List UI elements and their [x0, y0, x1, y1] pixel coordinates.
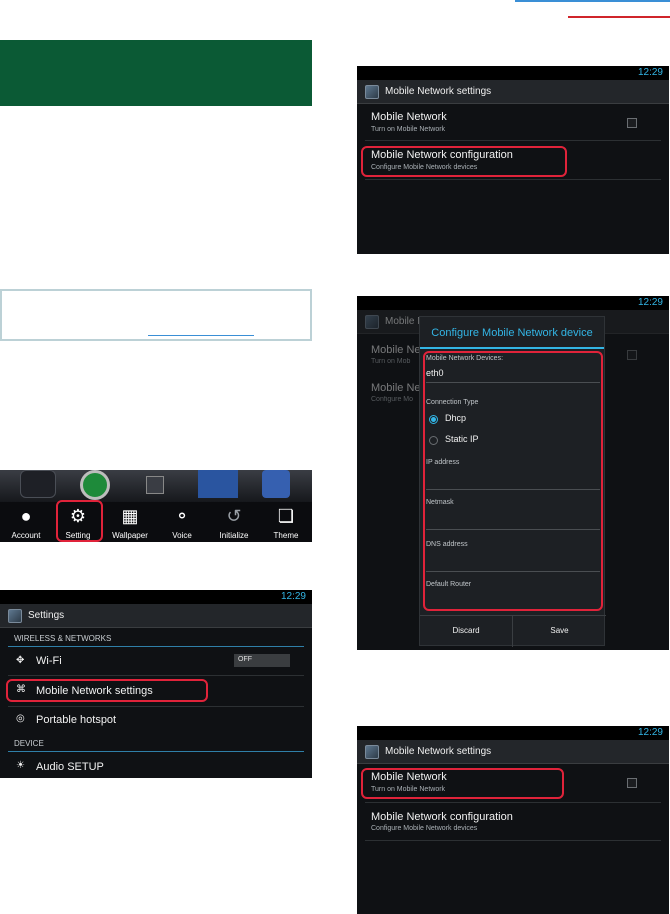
microphone-icon: ⚬: [174, 506, 190, 526]
wifi-label[interactable]: Wi-Fi: [36, 655, 62, 667]
status-bar: 12:29: [0, 590, 312, 604]
discard-button[interactable]: Discard: [420, 615, 513, 647]
save-button[interactable]: Save: [513, 615, 606, 647]
category-wireless: WIRELESS & NETWORKS: [14, 634, 112, 643]
settings-app-icon: [365, 85, 379, 99]
app-maps-icon: [198, 470, 238, 498]
launcher-app-row: [0, 470, 312, 502]
top-link-underline[interactable]: [515, 0, 670, 2]
hotspot-icon: ◎: [16, 713, 25, 724]
hd-radio-icon: [20, 470, 56, 498]
divider: [365, 140, 661, 141]
wallpaper-icon: ▦: [121, 506, 139, 526]
wifi-toggle[interactable]: OFF: [234, 654, 290, 667]
mobile-network-highlight: [361, 768, 564, 799]
divider: [8, 646, 304, 647]
settings-app-icon: [365, 745, 379, 759]
mobile-network-screenshot-1: 12:29 Mobile Network settings Mobile Net…: [357, 66, 669, 254]
section-header-band: [0, 40, 312, 106]
status-bar: 12:29: [357, 726, 669, 740]
dialog-title-rule: [420, 347, 604, 349]
reset-icon: ↺: [226, 506, 242, 526]
mobile-network-screenshot-2: 12:29 Mobile Network settings Mobile Net…: [357, 726, 669, 914]
divider: [365, 802, 661, 803]
top-link-underline-red[interactable]: [568, 16, 670, 18]
configure-dialog-screenshot: 12:29 Mobile Ne Mobile Netw Turn on Mob …: [357, 296, 669, 650]
clock: 12:29: [637, 297, 663, 308]
status-bar: 12:29: [357, 66, 669, 80]
theme-button[interactable]: ❏ Theme: [260, 502, 312, 542]
note-link[interactable]: [148, 335, 254, 336]
mobile-network-item[interactable]: Mobile Network: [371, 111, 447, 123]
account-button[interactable]: ● Account: [0, 502, 52, 542]
divider: [8, 675, 304, 676]
divider: [8, 706, 304, 707]
bg-config-item: Mobile Ne: [371, 382, 421, 394]
settings-app-icon: [365, 315, 379, 329]
divider: [365, 179, 661, 180]
voice-button[interactable]: ⚬ Voice: [156, 502, 208, 542]
wifi-icon: ✥: [16, 655, 25, 666]
theme-icon: ❏: [277, 506, 295, 526]
mobile-network-config-item[interactable]: Mobile Network configuration: [371, 811, 513, 823]
status-bar: 12:29: [357, 296, 669, 310]
clock: 12:29: [280, 591, 306, 602]
app-circle-icon: [80, 470, 110, 500]
mobile-network-checkbox[interactable]: [627, 118, 637, 128]
clock: 12:29: [637, 727, 663, 738]
mobile-network-subtitle: Turn on Mobile Network: [371, 126, 446, 133]
settings-screenshot: 12:29 Settings WIRELESS & NETWORKS ✥ Wi-…: [0, 590, 312, 778]
initialize-button[interactable]: ↺ Initialize: [208, 502, 260, 542]
bg-config-subtitle: Configure Mo: [371, 396, 414, 403]
settings-app-icon: [8, 609, 22, 623]
clock: 12:29: [637, 67, 663, 78]
audio-icon: ☀: [16, 760, 25, 771]
dialog-title: Configure Mobile Network device: [431, 327, 593, 339]
bg-checkbox: [627, 350, 637, 360]
category-device: DEVICE: [14, 739, 44, 748]
bg-mobile-network-subtitle: Turn on Mob: [371, 358, 411, 365]
mobile-network-settings-highlight: [6, 679, 208, 702]
action-bar: Settings: [0, 604, 312, 628]
mobile-network-config-subtitle: Configure Mobile Network devices: [371, 825, 478, 832]
wallpaper-button[interactable]: ▦ Wallpaper: [104, 502, 156, 542]
mobile-network-checkbox[interactable]: [627, 778, 637, 788]
setting-highlight: [56, 500, 103, 542]
launcher-screenshot: ● Account ⚙ Setting ▦ Wallpaper ⚬ Voice …: [0, 470, 312, 542]
note-box: [0, 289, 312, 341]
app-grid-icon[interactable]: [146, 476, 164, 494]
divider: [8, 751, 304, 752]
mobile-network-config-highlight: [361, 146, 567, 177]
screen-title: Settings: [28, 610, 65, 621]
audio-setup-item[interactable]: Audio SETUP: [36, 761, 104, 773]
action-bar: Mobile Network settings: [357, 80, 669, 104]
configure-dialog: Configure Mobile Network device Mobile N…: [419, 316, 606, 647]
action-bar: Mobile Network settings: [357, 740, 669, 764]
app-shield-icon: [262, 470, 290, 498]
person-icon: ●: [20, 506, 32, 526]
portable-hotspot-item[interactable]: Portable hotspot: [36, 714, 116, 726]
dialog-fields-highlight: [423, 351, 603, 611]
screen-title: Mobile Network settings: [385, 86, 492, 97]
screen-title: Mobile Network settings: [385, 746, 492, 757]
divider: [365, 840, 661, 841]
